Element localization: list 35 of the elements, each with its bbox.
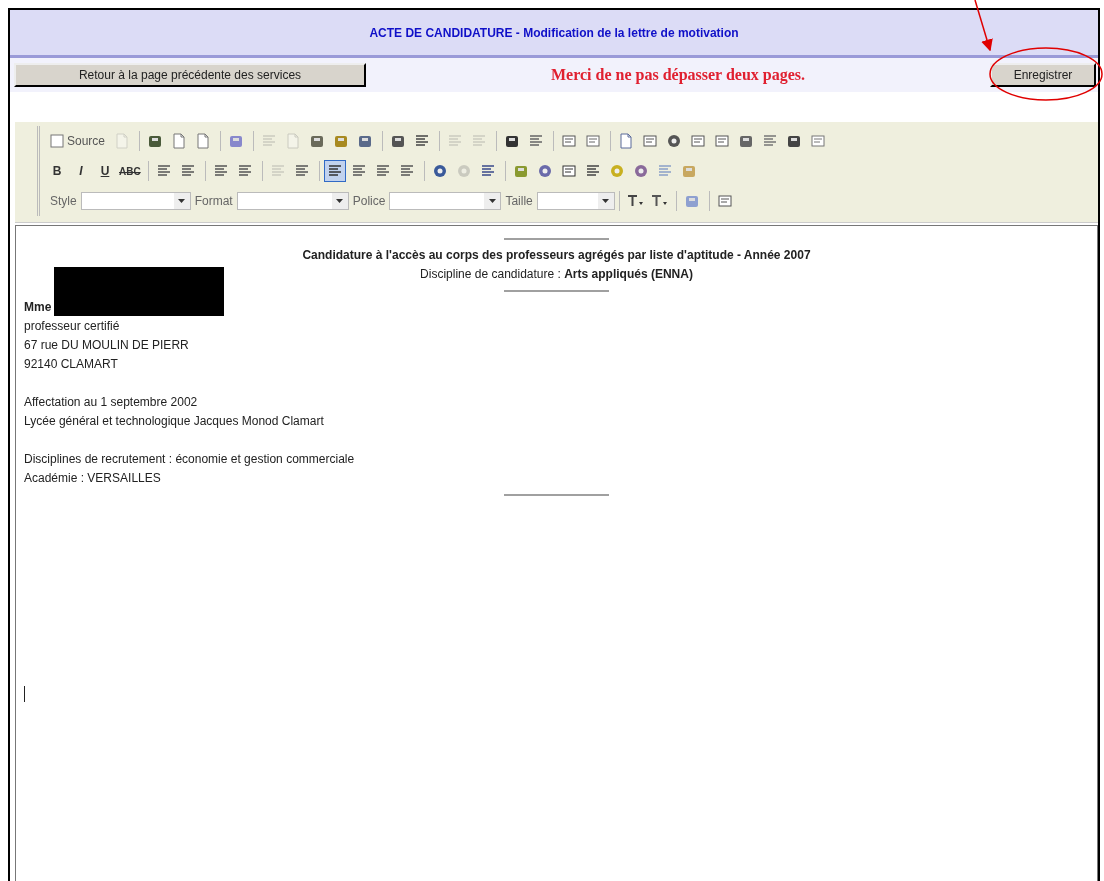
save-button[interactable]: Enregistrer <box>990 63 1096 87</box>
notice-text: Merci de ne pas dépasser deux pages. <box>550 66 806 84</box>
format-button[interactable]: I <box>70 160 92 182</box>
annotation-arrow <box>974 0 993 52</box>
letter-line: Affectation au 1 septembre 2002 <box>24 395 198 409</box>
name-text: Mme <box>24 299 52 316</box>
back-button[interactable]: Retour à la page précédente des services <box>14 63 366 87</box>
dropdown-field[interactable] <box>236 192 349 210</box>
dropdown-field[interactable] <box>536 192 615 210</box>
text-cursor <box>24 686 25 702</box>
toolbar-label: Format <box>194 194 233 208</box>
toolbar-label: Style <box>50 194 77 208</box>
toolbar-label: Police <box>352 194 386 208</box>
caret-icon <box>488 199 496 203</box>
format-button[interactable]: U <box>94 160 116 182</box>
format-button[interactable]: ABC <box>118 160 142 182</box>
dropdown-field[interactable] <box>80 192 191 210</box>
discipline-line: Discipline de candidature : Arts appliqués (ENNA) <box>419 266 694 283</box>
page-title: ACTE DE CANDIDATURE - Modification de la lettre de motivation <box>369 25 739 40</box>
source-button[interactable]: Source <box>46 130 110 152</box>
caret-icon <box>602 199 610 203</box>
letter-line: professeur certifié <box>24 319 120 333</box>
letter-line: Lycée général et technologique Jacques Monod Clamart <box>24 414 324 428</box>
dropdown-field[interactable] <box>389 192 502 210</box>
caret-icon <box>336 199 344 203</box>
source-icon <box>50 134 64 148</box>
letter-line: 92140 CLAMART <box>24 357 118 371</box>
letter-line: Académie : VERSAILLES <box>24 471 161 485</box>
letter-heading: Candidature à l'accès au corps des professeurs agrégés par liste d'aptitude - Année 2007 <box>301 247 812 264</box>
format-button[interactable]: B <box>46 160 68 182</box>
align-left-icon[interactable] <box>323 160 346 182</box>
toolbar-label: Taille <box>505 194 533 208</box>
letter-line: Disciplines de recrutement : économie et gestion commerciale <box>24 452 355 466</box>
caret-icon <box>178 199 186 203</box>
letter-line: 67 rue DU MOULIN DE PIERR <box>24 338 189 352</box>
